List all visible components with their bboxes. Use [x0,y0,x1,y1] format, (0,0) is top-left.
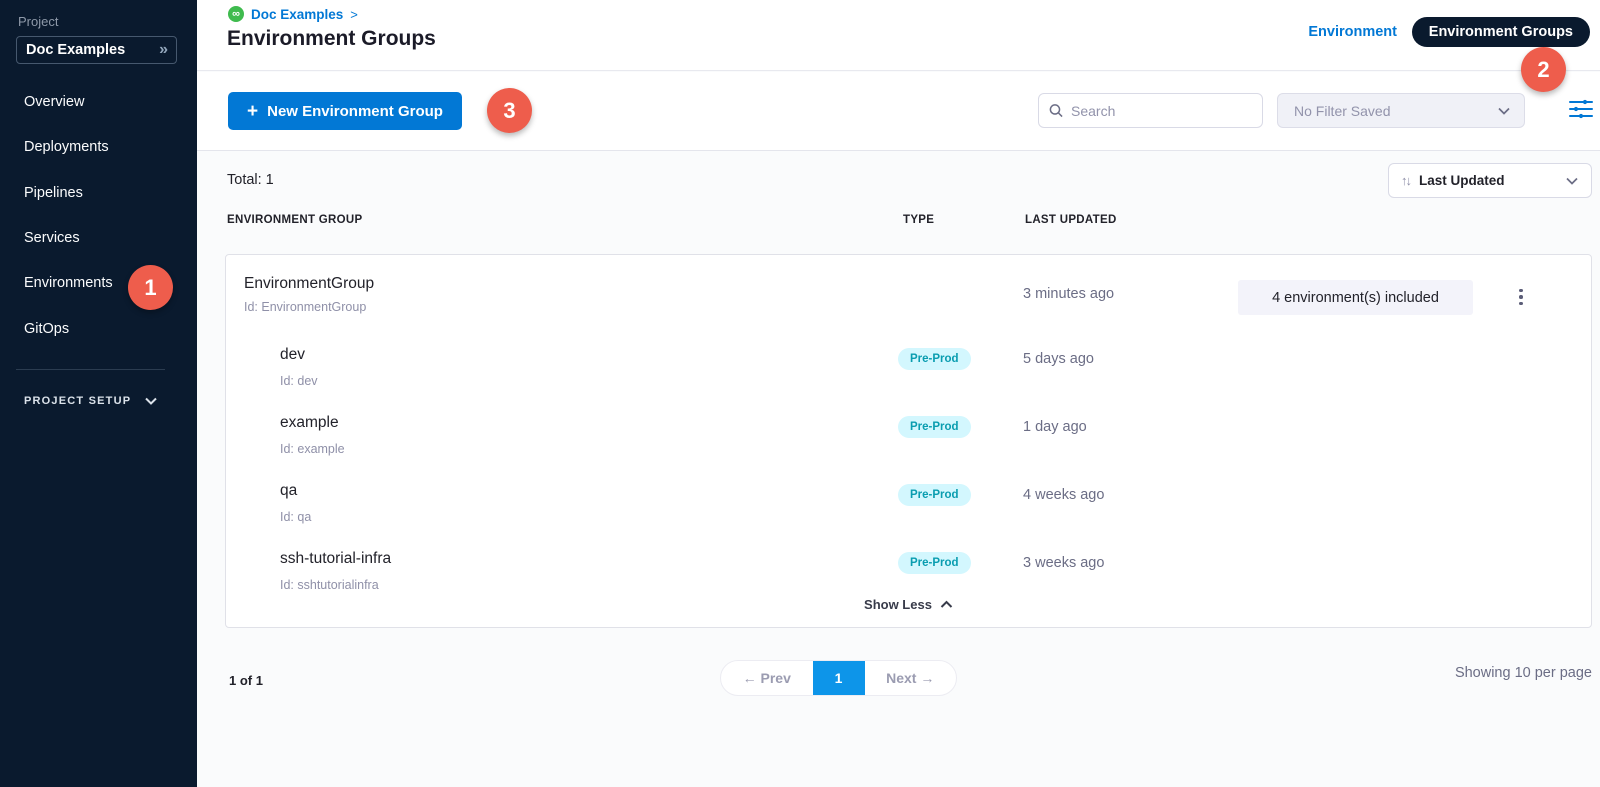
annotation-badge-1: 1 [128,265,173,310]
group-name: EnvironmentGroup [244,275,374,293]
current-page-button[interactable]: 1 [813,660,865,696]
annotation-badge-3: 3 [487,88,532,133]
chevron-down-icon [145,397,157,405]
saved-filter-dropdown[interactable]: No Filter Saved [1277,93,1525,128]
column-header-type: TYPE [903,214,934,226]
environments-included-button[interactable]: 4 environment(s) included [1238,280,1473,315]
search-box [1038,93,1263,128]
environment-id: Id: sshtutorialinfra [280,578,379,592]
page-count-label: 1 of 1 [229,673,263,688]
listing-area: Total: 1 ↑↓ Last Updated ENVIRONMENT GRO… [197,152,1600,787]
chevron-down-icon [1566,177,1578,185]
sidebar-project-setup[interactable]: PROJECT SETUP [24,395,157,407]
column-header-environment-group: ENVIRONMENT GROUP [227,214,362,226]
tab-environment[interactable]: Environment [1308,24,1397,40]
sort-dropdown[interactable]: ↑↓ Last Updated [1388,163,1592,198]
toolbar: + New Environment Group No Filter Saved [197,72,1600,151]
search-icon [1049,103,1063,118]
page-header: ∞ Doc Examples > Environment Groups Envi… [197,0,1600,71]
project-selector[interactable]: Doc Examples » [16,36,177,64]
environment-type-badge: Pre-Prod [898,484,971,506]
pagination-control: ← Prev 1 Next → [720,660,957,696]
next-page-button[interactable]: Next → [865,670,957,686]
environment-name: dev [280,346,305,364]
row-options-menu-button[interactable] [1510,283,1532,311]
environment-name: qa [280,482,297,500]
project-selector-name: Doc Examples [26,42,159,58]
main-content: ∞ Doc Examples > Environment Groups Envi… [197,0,1600,787]
filter-panel-button[interactable] [1567,98,1595,122]
sidebar-item-overview[interactable]: Overview [24,92,84,112]
per-page-label: Showing 10 per page [1455,665,1592,681]
chevron-down-icon [1498,107,1510,115]
show-less-label: Show Less [864,597,932,612]
sidebar-item-pipelines[interactable]: Pipelines [24,183,83,203]
breadcrumb-separator: > [350,7,358,22]
plus-icon: + [247,102,258,121]
environment-name: ssh-tutorial-infra [280,550,391,568]
group-last-updated: 3 minutes ago [1023,286,1114,302]
environment-row-dev[interactable]: dev Id: dev Pre-Prod 5 days ago [226,339,1591,401]
new-environment-group-label: New Environment Group [267,103,443,120]
saved-filter-label: No Filter Saved [1294,103,1498,119]
new-environment-group-button[interactable]: + New Environment Group [228,92,462,130]
environment-id: Id: dev [280,374,318,388]
environment-last-updated: 3 weeks ago [1023,555,1104,571]
search-input[interactable] [1071,103,1252,119]
sidebar-divider [16,369,165,370]
environment-type-badge: Pre-Prod [898,416,971,438]
environment-last-updated: 5 days ago [1023,351,1094,367]
environment-last-updated: 4 weeks ago [1023,487,1104,503]
group-id: Id: EnvironmentGroup [244,300,366,314]
show-less-toggle[interactable]: Show Less [226,597,1591,612]
page-title: Environment Groups [227,27,436,51]
tab-environment-groups[interactable]: Environment Groups [1412,17,1590,47]
environment-row-ssh-tutorial-infra[interactable]: ssh-tutorial-infra Id: sshtutorialinfra … [226,543,1591,605]
annotation-badge-2: 2 [1521,47,1566,92]
project-setup-label: PROJECT SETUP [24,395,131,407]
environment-group-row[interactable]: EnvironmentGroup Id: EnvironmentGroup 3 … [226,255,1591,339]
collapse-chevron-icon: » [159,42,168,58]
breadcrumb-project-link[interactable]: Doc Examples [251,7,343,22]
table-header-row: ENVIRONMENT GROUP TYPE LAST UPDATED [197,214,1600,232]
environment-last-updated: 1 day ago [1023,419,1087,435]
environment-group-card: EnvironmentGroup Id: EnvironmentGroup 3 … [225,254,1592,628]
environment-name: example [280,414,339,432]
total-count: Total: 1 [227,172,274,188]
project-label: Project [18,14,58,29]
sort-label: Last Updated [1419,173,1557,188]
sidebar-item-services[interactable]: Services [24,228,80,248]
environment-id: Id: example [280,442,345,456]
sidebar-item-environments[interactable]: Environments [24,273,113,293]
column-header-last-updated: LAST UPDATED [1025,214,1117,226]
chevron-up-icon [940,600,953,609]
environment-row-example[interactable]: example Id: example Pre-Prod 1 day ago [226,407,1591,469]
sort-arrows-icon: ↑↓ [1401,173,1410,188]
sidebar: Project Doc Examples » Overview Deployme… [0,0,197,787]
sidebar-item-gitops[interactable]: GitOps [24,319,69,339]
prev-page-button[interactable]: ← Prev [721,670,813,686]
environment-type-badge: Pre-Prod [898,348,971,370]
environment-id: Id: qa [280,510,311,524]
app-root: Project Doc Examples » Overview Deployme… [0,0,1600,787]
environment-row-qa[interactable]: qa Id: qa Pre-Prod 4 weeks ago [226,475,1591,537]
environment-type-badge: Pre-Prod [898,552,971,574]
filter-sliders-icon [1568,98,1594,120]
breadcrumb: ∞ Doc Examples > [228,6,358,22]
sidebar-item-deployments[interactable]: Deployments [24,137,109,157]
project-icon: ∞ [228,6,244,22]
